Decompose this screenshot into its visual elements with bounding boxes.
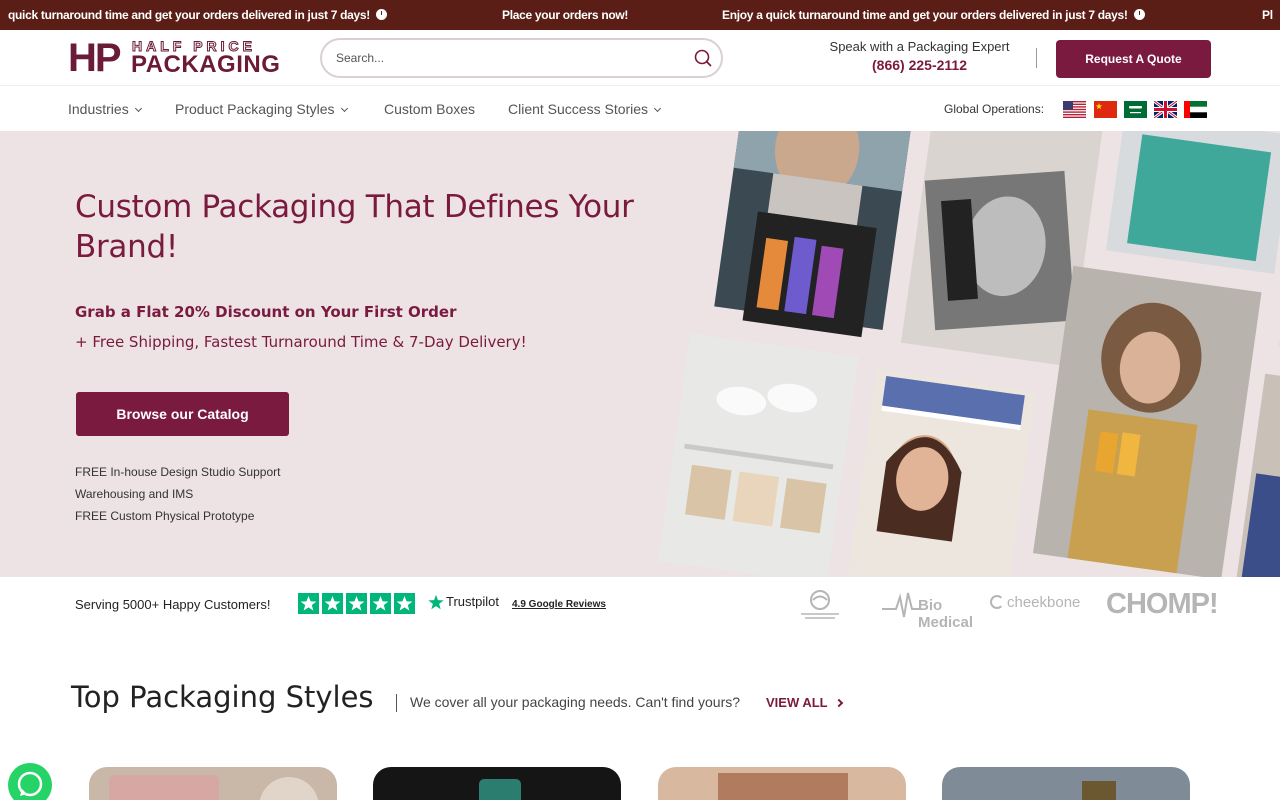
trustpilot-stars[interactable] [298, 593, 416, 614]
search-icon[interactable] [693, 48, 713, 68]
chevron-down-icon [340, 104, 348, 113]
trust-bar: Serving 5000+ Happy Customers! Trustpilo… [0, 577, 1280, 632]
announcement-text: Place your orders now! [502, 8, 629, 22]
site-header: HP HALF PRICE PACKAGING Speak with a Pac… [0, 30, 1280, 86]
browse-catalog-button[interactable]: Browse our Catalog [76, 392, 289, 436]
product-card[interactable] [89, 767, 337, 800]
view-all-link[interactable]: VIEW ALL [766, 695, 843, 710]
star-icon [346, 593, 367, 614]
google-reviews-link[interactable]: 4.9 Google Reviews [512, 599, 606, 610]
hero-benefits: + Free Shipping, Fastest Turnaround Time… [75, 333, 527, 351]
nav-item-client-success-stories[interactable]: Client Success Stories [508, 101, 662, 117]
product-image [479, 779, 521, 800]
partner-name: Bio Medical [918, 597, 974, 631]
partner-logo-emblem [801, 590, 839, 619]
partner-logo-cheekbone: cheekbone [990, 594, 1080, 611]
cheekbone-icon [990, 595, 1004, 609]
hero-discount: Grab a Flat 20% Discount on Your First O… [75, 303, 457, 321]
expert-phone[interactable]: (866) 225-2112 [812, 57, 1027, 73]
announcement-bar: quick turnaround time and get your order… [0, 0, 1280, 30]
feature-item: FREE In-house Design Studio Support [75, 465, 281, 479]
feature-item: Warehousing and IMS [75, 487, 194, 501]
request-quote-button[interactable]: Request A Quote [1056, 40, 1211, 78]
section-divider [396, 694, 397, 712]
star-icon [322, 593, 343, 614]
announcement-text: quick turnaround time and get your order… [8, 8, 387, 22]
whatsapp-chat-button[interactable] [8, 763, 52, 800]
global-operations-label: Global Operations: [944, 102, 1045, 116]
customer-photo-collage [640, 131, 1280, 577]
product-image [1082, 781, 1116, 800]
section-title: Top Packaging Styles [71, 680, 374, 714]
clock-icon [1133, 9, 1145, 20]
trustpilot-star-icon [428, 594, 444, 610]
chevron-right-icon [834, 698, 843, 708]
uk-flag-icon[interactable] [1154, 101, 1177, 118]
star-icon [394, 593, 415, 614]
hero-features: FREE In-house Design Studio Support Ware… [75, 461, 280, 527]
product-card[interactable] [942, 767, 1190, 800]
chevron-down-icon [654, 104, 662, 113]
product-card[interactable] [658, 767, 906, 800]
photo-tile [658, 333, 859, 577]
partner-logo-biomedical: Bio Medical [882, 587, 973, 631]
search-input[interactable] [336, 48, 676, 68]
site-logo[interactable]: HP HALF PRICE PACKAGING [68, 38, 293, 78]
product-card[interactable] [373, 767, 621, 800]
us-flag-icon[interactable] [1063, 101, 1086, 118]
nav-item-label: Product Packaging Styles [175, 101, 335, 117]
nav-item-label: Client Success Stories [508, 101, 649, 117]
feature-item: FREE Custom Physical Prototype [75, 509, 255, 523]
nav-item-product-packaging-styles[interactable]: Product Packaging Styles [175, 101, 348, 117]
hero-title: Custom Packaging That Defines Your Brand… [75, 189, 634, 265]
hero-section: Custom Packaging That Defines Your Brand… [0, 131, 1280, 577]
nav-item-label: Industries [68, 101, 129, 117]
logo-hp: HP [68, 36, 122, 80]
product-image [259, 777, 319, 800]
expert-contact: Speak with a Packaging Expert (866) 225-… [812, 39, 1027, 73]
photo-tile [1033, 265, 1262, 577]
product-image [718, 773, 848, 800]
partner-name: cheekbone [1007, 594, 1081, 611]
star-icon [370, 593, 391, 614]
trustpilot-label[interactable]: Trustpilot [446, 594, 499, 609]
nav-item-custom-boxes[interactable]: Custom Boxes [384, 101, 475, 117]
photo-tile [1105, 131, 1280, 274]
whatsapp-icon [17, 771, 43, 797]
header-divider [1036, 48, 1037, 68]
serving-customers-text: Serving 5000+ Happy Customers! [75, 597, 271, 612]
nav-item-label: Custom Boxes [384, 101, 476, 117]
main-nav: Industries Product Packaging Styles Cust… [0, 87, 1280, 131]
search-bar [320, 38, 723, 78]
uae-flag-icon[interactable] [1184, 101, 1207, 118]
collage-graphic [658, 131, 1280, 577]
expert-label: Speak with a Packaging Expert [829, 39, 1010, 54]
logo-line2: PACKAGING [131, 51, 281, 78]
clock-icon [375, 9, 387, 20]
china-flag-icon[interactable] [1094, 101, 1117, 118]
photo-tile [847, 369, 1036, 577]
saudi-arabia-flag-icon[interactable] [1124, 101, 1147, 118]
chevron-down-icon [134, 104, 142, 113]
product-image [109, 775, 219, 800]
partner-logo-chomp: CHOMP! [1106, 588, 1219, 620]
view-all-label: VIEW ALL [766, 695, 828, 710]
announcement-text: Enjoy a quick turnaround time and get yo… [722, 8, 1145, 22]
nav-item-industries[interactable]: Industries [68, 101, 142, 117]
photo-tile [714, 131, 915, 338]
star-icon [298, 593, 319, 614]
announcement-text: Pl [1262, 8, 1273, 22]
section-subtitle: We cover all your packaging needs. Can't… [410, 694, 741, 710]
